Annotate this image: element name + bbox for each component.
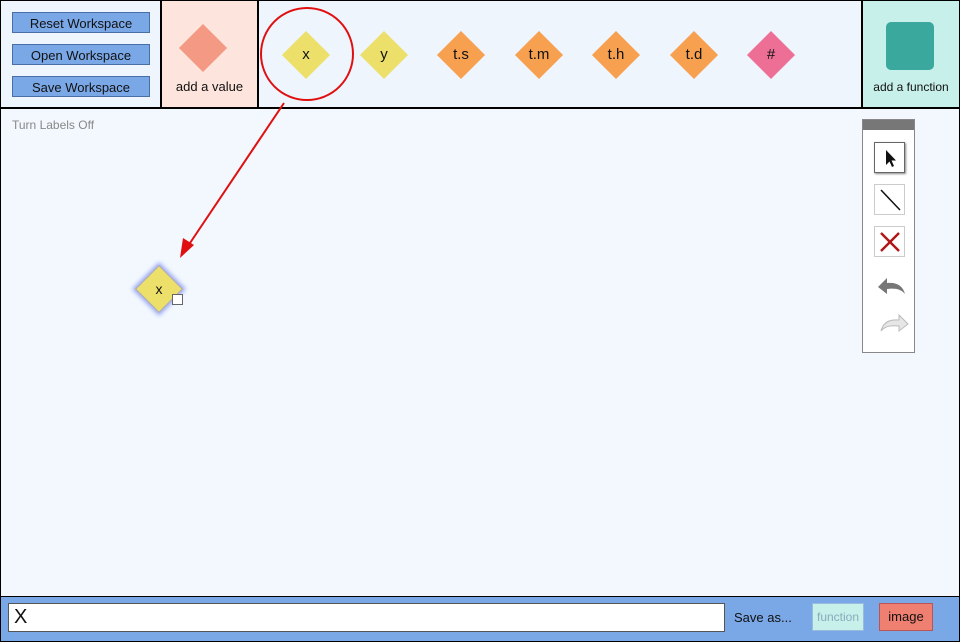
palette-item-label: t.s xyxy=(453,46,469,63)
palette-item-x[interactable]: x xyxy=(281,30,331,80)
node-resize-handle[interactable] xyxy=(172,294,183,305)
image-button[interactable]: image xyxy=(879,603,933,631)
palette-item-label: # xyxy=(766,46,776,63)
palette-item-y[interactable]: y xyxy=(359,30,409,80)
value-diamond-icon xyxy=(178,23,228,73)
workspace-node-x[interactable]: x xyxy=(134,264,184,314)
app-window: Reset Workspace Open Workspace Save Work… xyxy=(1,1,959,641)
palette-item-number[interactable]: # xyxy=(746,30,796,80)
add-value-button[interactable]: add a value xyxy=(162,1,257,107)
function-square-icon xyxy=(886,22,934,70)
palette-item-td[interactable]: t.d xyxy=(669,30,719,80)
palette-item-tm[interactable]: t.m xyxy=(514,30,564,80)
palette-item-label: y xyxy=(380,46,388,63)
palette-item-label: t.h xyxy=(607,46,625,63)
palette-item-label: t.d xyxy=(685,46,703,63)
tool-palette xyxy=(862,119,915,353)
reset-workspace-button[interactable]: Reset Workspace xyxy=(12,12,150,33)
add-function-label: add a function xyxy=(873,80,949,94)
bottom-bar: Save as... function image xyxy=(1,597,959,641)
top-toolbar: Reset Workspace Open Workspace Save Work… xyxy=(1,1,959,107)
pointer-tool-button[interactable] xyxy=(874,142,905,173)
undo-icon xyxy=(878,278,905,294)
function-button[interactable]: function xyxy=(812,603,864,631)
value-palette: x y t.s t.m t.h t.d # xyxy=(259,1,861,107)
save-as-button[interactable]: Save as... xyxy=(734,610,792,625)
delete-tool-button[interactable] xyxy=(874,226,905,257)
palette-item-label: t.m xyxy=(528,46,550,63)
line-icon xyxy=(880,189,901,211)
workspace-button-panel: Reset Workspace Open Workspace Save Work… xyxy=(1,1,160,107)
palette-item-th[interactable]: t.h xyxy=(591,30,641,80)
delete-icon xyxy=(880,232,900,252)
expression-input[interactable] xyxy=(8,603,725,632)
line-tool-button[interactable] xyxy=(874,184,905,215)
add-value-label: add a value xyxy=(175,79,244,94)
turn-labels-off-link[interactable]: Turn Labels Off xyxy=(12,118,94,132)
workspace-canvas[interactable]: Turn Labels Off x xyxy=(1,109,959,596)
tool-palette-drag-handle[interactable] xyxy=(863,120,914,130)
redo-icon xyxy=(880,313,909,333)
save-workspace-button[interactable]: Save Workspace xyxy=(12,76,150,97)
open-workspace-button[interactable]: Open Workspace xyxy=(12,44,150,65)
pointer-icon xyxy=(886,150,896,167)
redo-button[interactable] xyxy=(874,305,909,336)
undo-button[interactable] xyxy=(874,268,905,299)
node-label: x xyxy=(155,281,163,297)
add-function-button[interactable]: add a function xyxy=(863,1,959,107)
palette-item-ts[interactable]: t.s xyxy=(436,30,486,80)
palette-item-label: x xyxy=(302,46,310,63)
